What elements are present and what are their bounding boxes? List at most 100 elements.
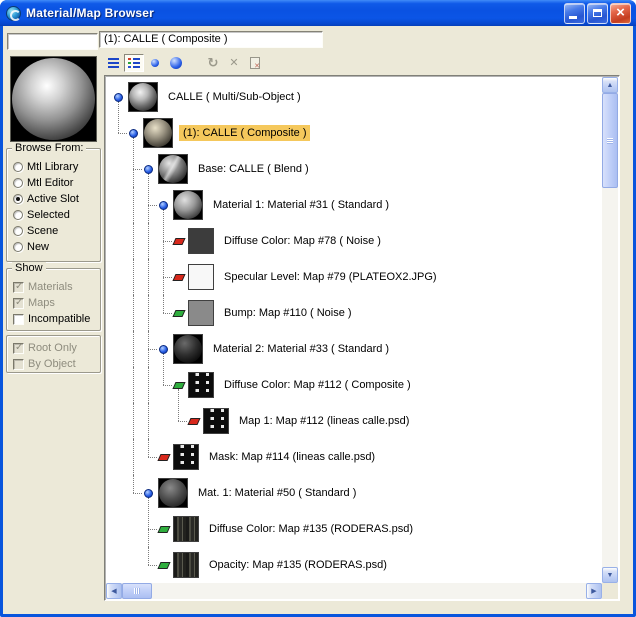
material-dot-marker-icon: [114, 92, 123, 102]
checkbox-indicator-icon: [13, 358, 24, 370]
window-controls: ×: [564, 2, 631, 24]
scroll-right-button[interactable]: ▶: [586, 583, 602, 599]
view-list-pluss-icon-button[interactable]: [124, 54, 144, 72]
radio-indicator-icon: [13, 194, 23, 204]
tree-item-label: Diffuse Color: Map #78 ( Noise ): [224, 235, 381, 247]
close-icon: ×: [616, 3, 625, 21]
tree-item-label: Base: CALLE ( Blend ): [198, 163, 309, 175]
radio-label: Mtl Editor: [27, 177, 74, 189]
radio-active-slot[interactable]: Active Slot: [7, 191, 100, 207]
radio-mtl-library[interactable]: Mtl Library: [7, 159, 100, 175]
titlebar[interactable]: Material/Map Browser ×: [0, 0, 636, 26]
map-green-marker-icon: [171, 309, 186, 317]
material-map-browser-window: Material/Map Browser × (1): CALLE ( Comp…: [0, 0, 636, 617]
tree-marker-slot: [156, 453, 171, 461]
tree-item-label: Material 1: Material #31 ( Standard ): [213, 199, 390, 211]
close-button[interactable]: ×: [610, 2, 631, 24]
map-red-marker-icon: [171, 237, 186, 245]
tree-marker-slot: [171, 237, 186, 245]
checkbox-indicator-icon: [13, 297, 24, 309]
tree-item-mask-map-114[interactable]: Mask: Map #114 (lineas calle.psd): [106, 439, 602, 475]
tree-item-material-1-material-31[interactable]: Material 1: Material #31 ( Standard ): [106, 173, 602, 223]
tree-marker-slot: [156, 525, 171, 533]
swatch-noise-gray-thumbnail-icon: [188, 300, 214, 326]
radio-selected[interactable]: Selected: [7, 207, 100, 223]
swatch-ruts-thumbnail-icon: [173, 552, 199, 578]
scrollbar-corner: [602, 583, 618, 599]
radio-indicator-icon: [13, 242, 23, 252]
checkbox-indicator-icon: [13, 342, 24, 354]
tree-item-map-1-map-112[interactable]: Map 1: Map #112 (lineas calle.psd): [106, 389, 602, 439]
vertical-scrollbar[interactable]: ▲ ▼: [602, 77, 618, 583]
checkbox-root-only: Root Only: [7, 340, 100, 356]
app-icon: [6, 5, 21, 21]
show-label: Show: [12, 262, 46, 274]
radio-new[interactable]: New: [7, 239, 100, 255]
current-material-path: (1): CALLE ( Composite ): [99, 31, 323, 48]
tree-item-label: Bump: Map #110 ( Noise ): [224, 307, 352, 319]
view-list-button[interactable]: [103, 54, 123, 72]
material-dot-marker-icon: [159, 344, 168, 354]
material-name-field[interactable]: [7, 33, 98, 50]
horizontal-scrollbar[interactable]: ◀ ▶: [106, 583, 602, 599]
checkbox-label: By Object: [28, 358, 76, 370]
scroll-down-button[interactable]: ▼: [602, 567, 618, 583]
vertical-scroll-thumb[interactable]: [602, 93, 618, 188]
radio-label: Active Slot: [27, 193, 79, 205]
tree-marker-slot: [142, 488, 155, 498]
material-dot-marker-icon: [144, 488, 153, 498]
tree-item-base-calle[interactable]: Base: CALLE ( Blend ): [106, 137, 602, 187]
tree-item-1-calle-composite[interactable]: (1): CALLE ( Composite ): [106, 101, 602, 151]
view-list-plus-icons-icon: [128, 58, 140, 68]
tree-marker-slot: [157, 200, 170, 210]
map-red-marker-icon: [156, 453, 171, 461]
tree-marker-slot: [127, 128, 140, 138]
tree-item-opacity-map-135[interactable]: Opacity: Map #135 (RODERAS.psd): [106, 547, 602, 583]
tree-rows: CALLE ( Multi/Sub-Object ) (1): CALLE ( C…: [106, 77, 602, 583]
tree-item-calle[interactable]: CALLE ( Multi/Sub-Object ): [106, 79, 602, 115]
radio-indicator-icon: [13, 162, 23, 172]
tree-marker-slot: [171, 309, 186, 317]
window-title: Material/Map Browser: [26, 6, 155, 20]
scroll-up-button[interactable]: ▲: [602, 77, 618, 93]
scroll-left-button[interactable]: ◀: [106, 583, 122, 599]
radio-label: Mtl Library: [27, 161, 79, 173]
tree-item-diffuse-color-map-135[interactable]: Diffuse Color: Map #135 (RODERAS.psd): [106, 497, 602, 547]
material-preview: [10, 56, 97, 142]
update-scene-materials-icon: [208, 56, 219, 70]
radio-label: Scene: [27, 225, 59, 237]
tree-item-material-2-material-33[interactable]: Material 2: Material #33 ( Standard ): [106, 331, 602, 367]
browser-toolbar: [103, 53, 266, 73]
checkbox-incompatible[interactable]: Incompatible: [7, 311, 100, 327]
checkbox-label: Root Only: [28, 342, 77, 354]
radio-mtl-editor[interactable]: Mtl Editor: [7, 175, 100, 191]
view-larges-icon-button[interactable]: [166, 54, 186, 72]
view-smalls-icon-button[interactable]: [145, 54, 165, 72]
material-dot-marker-icon: [144, 164, 153, 174]
material-dot-marker-icon: [159, 200, 168, 210]
map-green-marker-icon: [156, 561, 171, 569]
swatch-dashed-lines-thumbnail-icon: [203, 408, 229, 434]
map-red-marker-icon: [171, 273, 186, 281]
minimize-button[interactable]: [564, 2, 585, 24]
tree-item-label: Material 2: Material #33 ( Standard ): [213, 343, 390, 355]
tree-item-label: (1): CALLE ( Composite ): [179, 125, 311, 141]
tree-item-diffuse-color-map-78[interactable]: Diffuse Color: Map #78 ( Noise ): [106, 209, 602, 259]
tree-marker-slot: [186, 417, 201, 425]
tree-item-mat-1-material-50[interactable]: Mat. 1: Material #50 ( Standard ): [106, 475, 602, 511]
delete-from-library-icon: [229, 58, 238, 69]
maximize-button[interactable]: [587, 2, 608, 24]
map-green-marker-icon: [171, 381, 186, 389]
tree-marker-slot: [142, 164, 155, 174]
client-area: (1): CALLE ( Composite ) Browse From: Mt…: [3, 26, 633, 614]
radio-scene[interactable]: Scene: [7, 223, 100, 239]
horizontal-scroll-thumb[interactable]: [122, 583, 152, 599]
tree-item-bump-map-110[interactable]: Bump: Map #110 ( Noise ): [106, 295, 602, 331]
tree-item-diffuse-color-map-112[interactable]: Diffuse Color: Map #112 ( Composite ): [106, 353, 602, 403]
tree-item-specular-level-map-79[interactable]: Specular Level: Map #79 (PLATEOX2.JPG): [106, 259, 602, 295]
maximize-icon: [593, 9, 602, 17]
tree-item-label: Specular Level: Map #79 (PLATEOX2.JPG): [224, 271, 437, 283]
checkbox-label: Materials: [28, 281, 73, 293]
sphere-calle-blend-thumbnail-icon: [158, 154, 188, 184]
checkbox-label: Maps: [28, 297, 55, 309]
